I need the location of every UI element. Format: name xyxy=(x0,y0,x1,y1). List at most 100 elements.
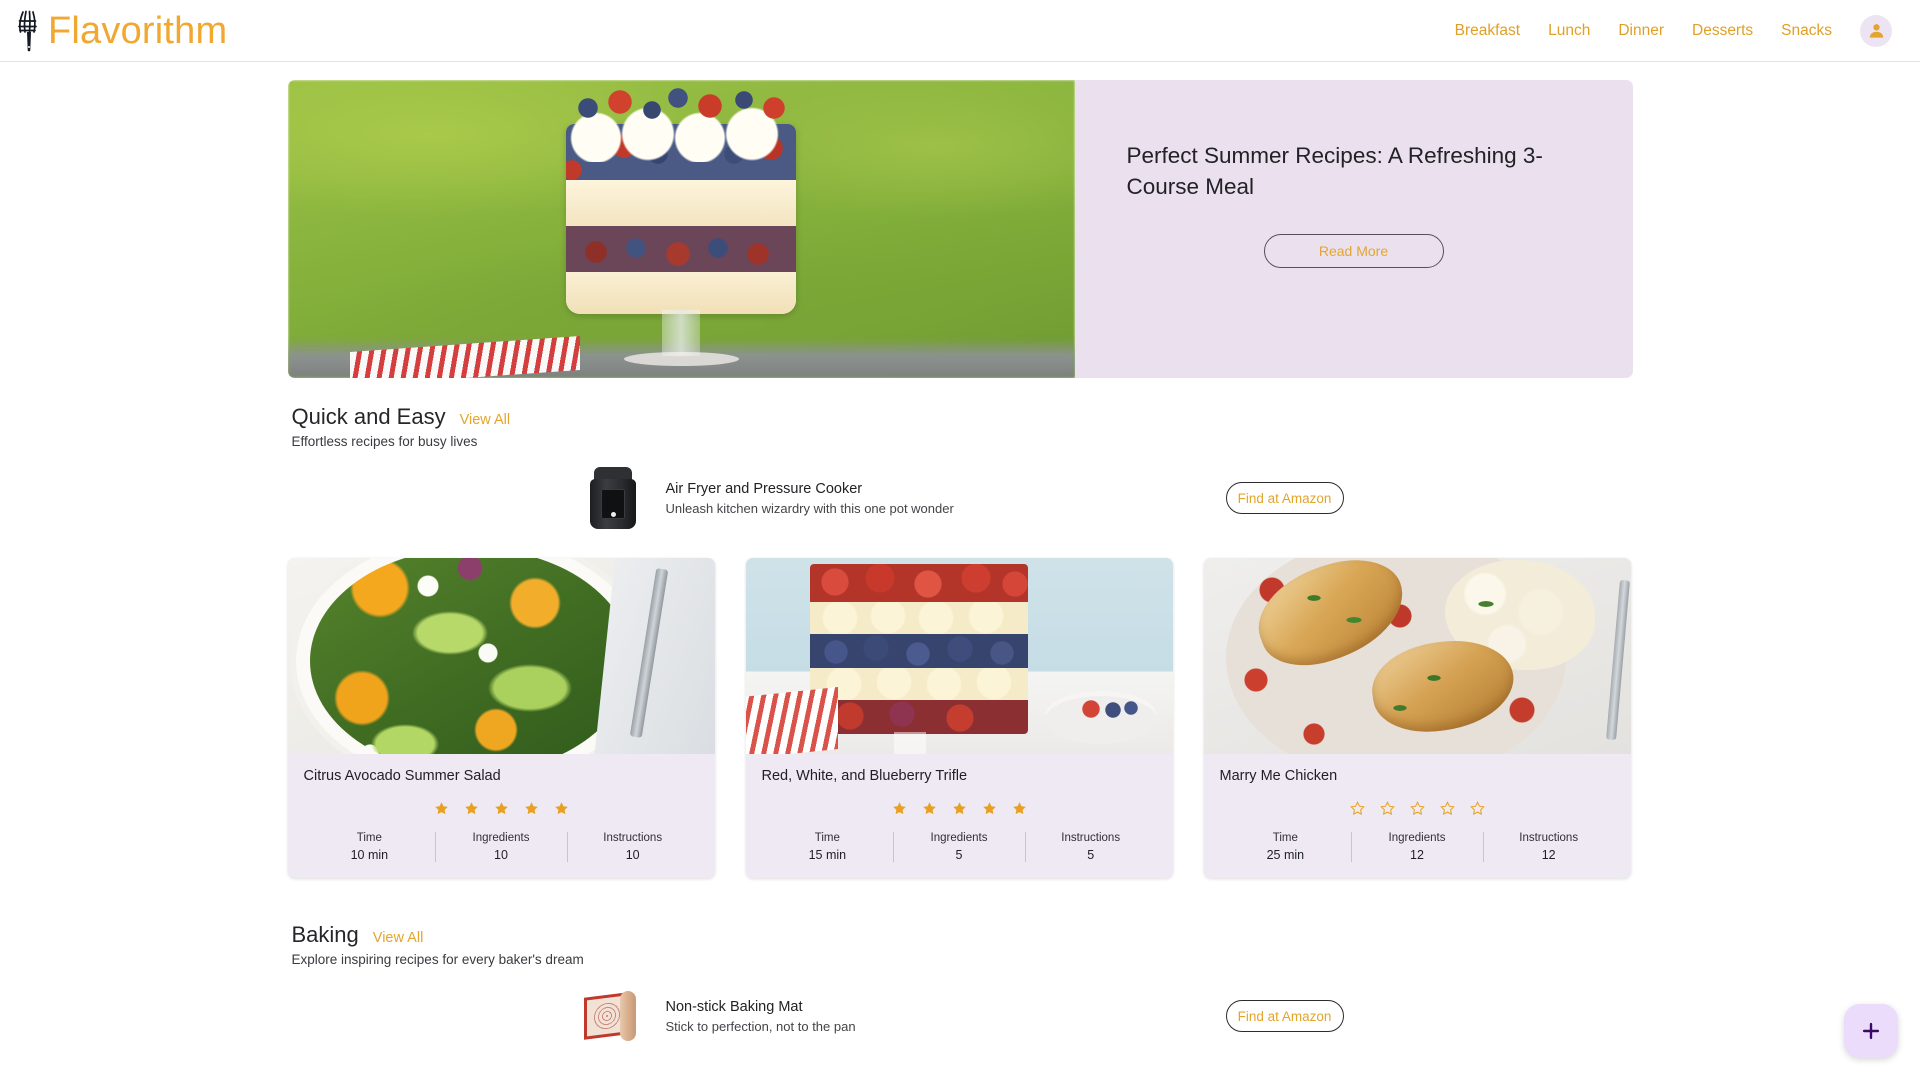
view-all-link[interactable]: View All xyxy=(460,412,511,428)
view-all-link[interactable]: View All xyxy=(373,930,424,946)
rating-stars[interactable] xyxy=(762,801,1157,816)
stat-label: Instructions xyxy=(603,832,663,844)
section-quick-and-easy: Quick and Easy View All Effortless recip… xyxy=(288,404,1633,449)
promo-text: Air Fryer and Pressure Cooker Unleash ki… xyxy=(666,481,1226,516)
rating-stars[interactable] xyxy=(1220,801,1615,816)
mat-art xyxy=(583,991,642,1041)
stat-value: 15 min xyxy=(808,848,847,862)
promo-name: Non-stick Baking Mat xyxy=(665,998,803,1015)
section-header: Quick and Easy View All xyxy=(288,404,1633,430)
dessert-layer xyxy=(566,226,796,276)
add-button[interactable] xyxy=(1844,1004,1898,1058)
recipe-image-salad xyxy=(287,558,715,754)
recipe-image-chicken xyxy=(1203,558,1631,754)
promo-row-baking-mat: Non-stick Baking Mat Stick to perfection… xyxy=(288,981,1633,1051)
plus-icon xyxy=(1862,1022,1880,1040)
star-icon-filled xyxy=(524,802,538,815)
recipe-title: Citrus Avocado Summer Salad xyxy=(303,768,501,784)
stat-value: 12 xyxy=(1541,848,1556,862)
stat-label: Ingredients xyxy=(930,832,988,844)
star-icon-empty xyxy=(1379,801,1395,816)
stat-ingredients: Ingredients 10 xyxy=(435,830,567,864)
star-icon-empty xyxy=(1349,801,1365,816)
nav-item-desserts[interactable]: Desserts xyxy=(1678,22,1767,40)
stat-instructions: Instructions 12 xyxy=(1482,830,1615,864)
section-title: Baking xyxy=(291,922,359,947)
promo-text: Non-stick Baking Mat Stick to perfection… xyxy=(666,999,1226,1034)
find-at-amazon-button[interactable]: Find at Amazon xyxy=(1225,1000,1344,1032)
recipe-card-body: Marry Me Chicken Time 25 min Ingredients… xyxy=(1204,754,1631,878)
section-baking: Baking View All Explore inspiring recipe… xyxy=(288,922,1633,967)
avatar[interactable] xyxy=(1860,14,1892,47)
star-icon-empty xyxy=(1469,801,1485,816)
recipe-card-body: Citrus Avocado Summer Salad Time 10 min xyxy=(288,754,715,878)
star-icon-filled xyxy=(1012,802,1026,815)
dessert-berries xyxy=(568,86,796,130)
stat-time: Time 25 min xyxy=(1220,830,1352,864)
stat-value: 25 min xyxy=(1266,848,1305,862)
stat-value: 12 xyxy=(1410,848,1424,862)
star-icon-filled xyxy=(892,802,906,815)
star-icon-filled xyxy=(494,802,508,815)
hero-panel: Perfect Summer Recipes: A Refreshing 3-C… xyxy=(1074,80,1633,378)
stat-instructions: Instructions 10 xyxy=(566,830,699,864)
star-icon-filled xyxy=(952,802,966,815)
hero-title: Perfect Summer Recipes: A Refreshing 3-C… xyxy=(1126,143,1543,200)
recipe-card-body: Red, White, and Blueberry Trifle Time 15… xyxy=(746,754,1173,878)
stat-value: 10 xyxy=(494,848,508,862)
read-more-button[interactable]: Read More xyxy=(1263,234,1444,269)
star-icon-filled xyxy=(434,802,448,815)
nav-item-breakfast[interactable]: Breakfast xyxy=(1441,22,1534,40)
promo-tagline: Unleash kitchen wizardry with this one p… xyxy=(665,500,954,516)
site-header: Flavorithm Breakfast Lunch Dinner Desser… xyxy=(0,0,1920,62)
rating-stars[interactable] xyxy=(304,801,699,816)
nav-item-lunch[interactable]: Lunch xyxy=(1534,22,1604,40)
stat-label: Time xyxy=(814,832,840,844)
baking-mat-icon xyxy=(578,981,648,1051)
dessert-bowl-foot xyxy=(624,352,739,366)
promo-tagline: Stick to perfection, not to the pan xyxy=(665,1018,856,1034)
find-at-amazon-button[interactable]: Find at Amazon xyxy=(1225,482,1344,514)
star-icon-filled xyxy=(982,802,996,815)
dessert-layer xyxy=(566,272,796,314)
recipe-card[interactable]: Marry Me Chicken Time 25 min Ingredients… xyxy=(1203,558,1631,878)
stat-label: Instructions xyxy=(1061,832,1121,844)
stat-label: Time xyxy=(1272,832,1298,844)
recipe-card-list: Citrus Avocado Summer Salad Time 10 min xyxy=(287,558,1633,878)
nav-item-snacks[interactable]: Snacks xyxy=(1767,22,1846,40)
stat-label: Instructions xyxy=(1519,832,1579,844)
stat-label: Time xyxy=(356,832,382,844)
brand-logo[interactable]: Flavorithm xyxy=(14,9,227,53)
stat-value: 10 xyxy=(625,848,640,862)
app-root: Flavorithm Breakfast Lunch Dinner Desser… xyxy=(0,0,1920,1080)
promo-name: Air Fryer and Pressure Cooker xyxy=(665,480,863,497)
star-icon-empty xyxy=(1439,801,1455,816)
star-icon-filled xyxy=(554,802,568,815)
recipe-title: Marry Me Chicken xyxy=(1219,768,1338,784)
recipe-card[interactable]: Red, White, and Blueberry Trifle Time 15… xyxy=(745,558,1173,878)
recipe-stats: Time 15 min Ingredients 5 Instructions 5 xyxy=(762,830,1157,878)
stat-value: 5 xyxy=(1087,848,1095,862)
stat-ingredients: Ingredients 5 xyxy=(893,830,1025,864)
stat-time: Time 15 min xyxy=(762,830,894,864)
whisk-icon xyxy=(18,10,37,51)
star-icon-filled xyxy=(464,802,478,815)
section-title: Quick and Easy xyxy=(291,404,446,429)
recipe-image-trifle xyxy=(745,558,1173,754)
cooker-art xyxy=(589,467,636,529)
stat-ingredients: Ingredients 12 xyxy=(1351,830,1483,864)
stat-label: Ingredients xyxy=(1388,832,1446,844)
stat-instructions: Instructions 5 xyxy=(1024,830,1157,864)
recipe-card[interactable]: Citrus Avocado Summer Salad Time 10 min xyxy=(287,558,715,878)
stat-value: 5 xyxy=(955,848,963,862)
brand-name: Flavorithm xyxy=(48,9,228,52)
user-avatar-icon xyxy=(1869,24,1883,38)
pressure-cooker-icon xyxy=(578,463,648,533)
section-header: Baking View All xyxy=(288,922,1633,948)
hero-image-dessert xyxy=(516,86,846,378)
stat-value: 10 min xyxy=(350,848,389,862)
nav-item-dinner[interactable]: Dinner xyxy=(1604,22,1678,40)
promo-row-air-fryer: Air Fryer and Pressure Cooker Unleash ki… xyxy=(288,463,1633,533)
recipe-title: Red, White, and Blueberry Trifle xyxy=(761,768,968,784)
hero-banner: Perfect Summer Recipes: A Refreshing 3-C… xyxy=(287,80,1633,378)
